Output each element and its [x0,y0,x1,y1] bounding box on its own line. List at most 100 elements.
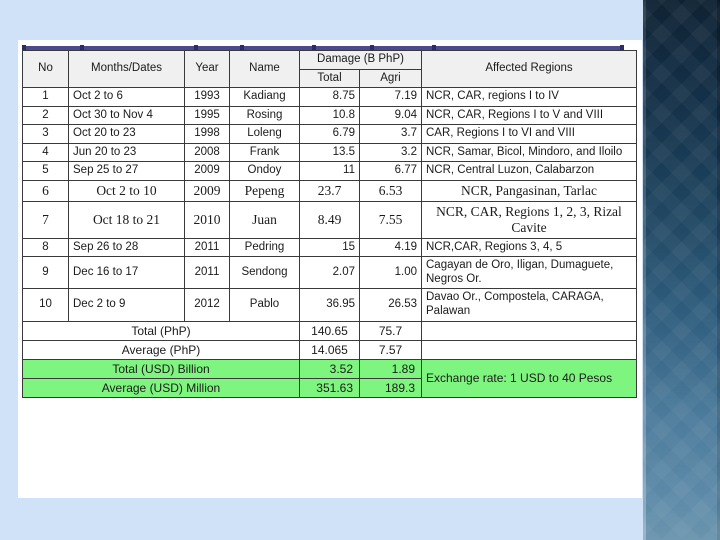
row-regions: CAR, Regions I to VI and VIII [421,124,637,144]
row-dates: Jun 20 to 23 [68,142,185,163]
summary-total: 3.52 [299,358,360,379]
row-no: 4 [22,142,69,163]
row-total: 6.79 [299,124,360,144]
row-year: 1993 [184,87,230,107]
table-row: 2 Oct 30 to Nov 4 1995 Rosing 10.8 9.04 NCR, C… [22,105,637,126]
summary-row: Average (PhP) 14.065 7.57 [22,339,637,360]
row-agri: 26.53 [359,288,422,322]
summary-label: Total (PhP) [22,320,300,341]
row-no: 2 [22,105,69,126]
row-total: 8.75 [299,87,360,107]
row-regions: NCR, Central Luzon, Calabarzon [421,161,637,181]
row-total: 11 [299,161,360,181]
row-total: 8.49 [299,200,360,239]
row-name: Frank [229,142,300,163]
table-row: 8 Sep 26 to 28 2011 Pedring 15 4.19 NCR,CAR, R… [22,237,637,258]
row-regions: NCR, Samar, Bicol, Mindoro, and Iloilo [421,142,637,163]
table-row: 6 Oct 2 to 10 2009 Pepeng 23.7 6.53 NCR, Panga… [22,179,637,202]
summary-label: Total (USD) Billion [22,358,300,379]
summary-label: Average (USD) Million [22,377,300,399]
row-year: 1998 [184,124,230,144]
row-dates: Dec 16 to 17 [68,256,185,290]
header-total: Total [299,68,360,89]
header-row-1: No Months/Dates Year Name Damage (B PhP)… [22,49,637,89]
table-row: 3 Oct 20 to 23 1998 Loleng 6.79 3.7 CAR, Regio… [22,124,637,144]
row-name: Kadiang [229,87,300,107]
row-total: 2.07 [299,256,360,290]
row-name: Pedring [229,237,300,258]
row-regions: NCR, CAR, Regions I to V and VIII [421,105,637,126]
row-dates: Oct 20 to 23 [68,124,185,144]
row-regions: NCR,CAR, Regions 3, 4, 5 [421,237,637,258]
row-agri: 3.7 [359,124,422,144]
table-row: 4 Jun 20 to 23 2008 Frank 13.5 3.2 NCR, Samar,… [22,142,637,163]
row-no: 10 [22,288,69,322]
header-months-dates: Months/Dates [68,49,185,89]
row-no: 5 [22,161,69,181]
row-total: 15 [299,237,360,258]
row-year: 2011 [184,237,230,258]
row-no: 6 [22,179,69,202]
row-dates: Oct 2 to 6 [68,87,185,107]
row-year: 2010 [184,200,230,239]
exchange-rate-note: Exchange rate: 1 USD to 40 Pesos [421,358,637,399]
table-header: No Months/Dates Year Name Damage (B PhP)… [22,49,637,89]
row-no: 8 [22,237,69,258]
row-agri: 4.19 [359,237,422,258]
row-agri: 6.53 [359,179,422,202]
row-year: 2012 [184,288,230,322]
row-no: 9 [22,256,69,290]
row-agri: 7.55 [359,200,422,239]
row-year: 2008 [184,142,230,163]
table-row: 5 Sep 25 to 27 2009 Ondoy 11 6.77 NCR, Central… [22,161,637,181]
row-total: 13.5 [299,142,360,163]
row-agri: 6.77 [359,161,422,181]
typhoon-damage-table: No Months/Dates Year Name Damage (B PhP)… [22,49,637,399]
table-footer: Total (PhP) 140.65 75.7 Average (PhP) 14.065… [22,320,637,399]
row-regions: NCR, CAR, regions I to IV [421,87,637,107]
row-regions: NCR, Pangasinan, Tarlac [421,179,637,202]
header-name: Name [229,49,300,89]
summary-agri: 1.89 [359,358,422,379]
row-year: 2011 [184,256,230,290]
summary-row: Total (PhP) 140.65 75.7 [22,320,637,341]
row-year: 2009 [184,161,230,181]
row-name: Ondoy [229,161,300,181]
row-dates: Dec 2 to 9 [68,288,185,322]
row-name: Loleng [229,124,300,144]
diamond-pattern [643,0,720,540]
slide-canvas: No Months/Dates Year Name Damage (B PhP)… [0,0,720,540]
summary-agri: 75.7 [359,320,422,341]
table-card: No Months/Dates Year Name Damage (B PhP)… [18,40,642,498]
table-body: 1 Oct 2 to 6 1993 Kadiang 8.75 7.19 NCR, CAR, … [22,87,637,322]
header-affected-regions: Affected Regions [421,49,637,89]
table-row: 10 Dec 2 to 9 2012 Pablo 36.95 26.53 Davao Or.… [22,288,637,322]
row-regions: NCR, CAR, Regions 1, 2, 3, Rizal Cavite [421,200,637,239]
summary-label: Average (PhP) [22,339,300,360]
header-no: No [22,49,69,89]
summary-agri: 7.57 [359,339,422,360]
row-dates: Oct 30 to Nov 4 [68,105,185,126]
row-year: 1995 [184,105,230,126]
summary-row: Total (USD) Billion 3.52 1.89 Exchange rate… [22,358,637,399]
row-no: 3 [22,124,69,144]
row-name: Pepeng [229,179,300,202]
summary-empty-cell [421,320,637,341]
row-total: 10.8 [299,105,360,126]
row-no: 1 [22,87,69,107]
header-damage-group: Damage (B PhP) [299,50,422,70]
row-name: Sendong [229,256,300,290]
summary-total: 351.63 [299,377,360,399]
row-name: Rosing [229,105,300,126]
row-total: 23.7 [299,179,360,202]
header-year: Year [184,49,230,89]
table-row: 7 Oct 18 to 21 2010 Juan 8.49 7.55 NCR, CAR, R… [22,200,637,239]
summary-empty-cell [421,339,637,360]
row-regions: Cagayan de Oro, Iligan, Dumaguete, Negro… [421,256,637,290]
row-regions: Davao Or., Compostela, CARAGA, Palawan [421,288,637,322]
row-agri: 3.2 [359,142,422,163]
decorative-side-panel [643,0,720,540]
row-agri: 1.00 [359,256,422,290]
row-year: 2009 [184,179,230,202]
row-dates: Sep 25 to 27 [68,161,185,181]
